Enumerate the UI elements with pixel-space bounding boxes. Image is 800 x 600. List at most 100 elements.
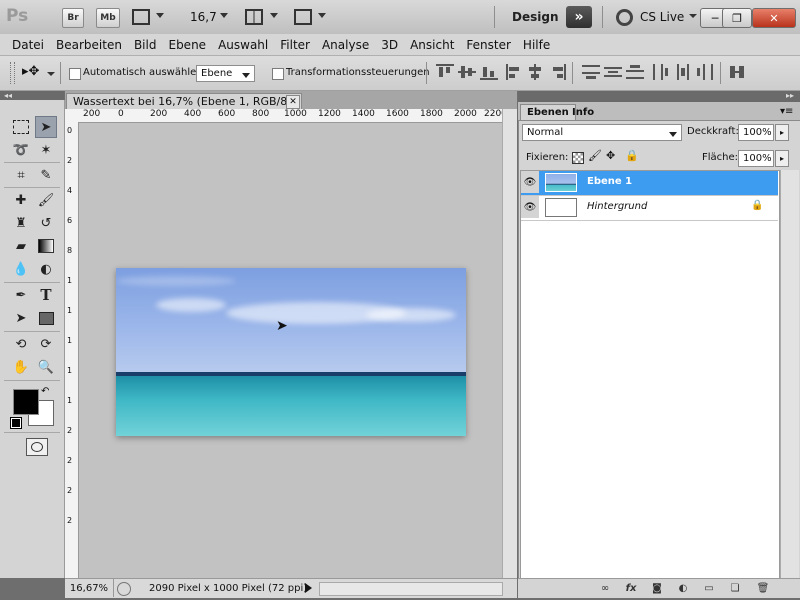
move-tool-icon[interactable]: ➤ bbox=[35, 116, 57, 138]
align-left-icon[interactable] bbox=[506, 64, 524, 80]
opacity-input[interactable]: 100% bbox=[738, 124, 774, 141]
zoom-tool-icon[interactable]: 🔍 bbox=[35, 356, 57, 378]
magic-wand-icon[interactable]: ✶ bbox=[35, 139, 57, 161]
marquee-tool-icon[interactable] bbox=[10, 116, 32, 138]
distribute-vcenter-icon[interactable] bbox=[604, 64, 622, 80]
clone-stamp-icon[interactable]: ♜ bbox=[10, 212, 32, 234]
panel-scrollbar[interactable] bbox=[780, 170, 799, 578]
eye-icon[interactable]: 👁 bbox=[521, 196, 539, 218]
swap-colors-icon[interactable]: ↶ bbox=[41, 386, 49, 397]
menu-filter[interactable]: Filter bbox=[280, 38, 310, 52]
lasso-tool-icon[interactable]: ➰ bbox=[10, 139, 32, 161]
align-right-icon[interactable] bbox=[548, 64, 566, 80]
crop-tool-icon[interactable]: ⌗ bbox=[10, 164, 32, 186]
eye-icon[interactable]: 👁 bbox=[521, 171, 539, 193]
menu-ansicht[interactable]: Ansicht bbox=[410, 38, 454, 52]
hand-tool-icon[interactable]: ✋ bbox=[10, 356, 32, 378]
history-brush-icon[interactable]: ↺ bbox=[35, 212, 57, 234]
align-top-icon[interactable] bbox=[436, 64, 454, 80]
distribute-right-icon[interactable] bbox=[696, 64, 714, 80]
more-workspaces-button[interactable]: » bbox=[566, 6, 592, 28]
blend-mode-dropdown[interactable]: Normal bbox=[522, 124, 682, 141]
gradient-tool-icon[interactable] bbox=[35, 235, 57, 257]
brush-tool-icon[interactable]: 🖌 bbox=[35, 189, 57, 211]
align-vcenter-icon[interactable] bbox=[458, 64, 476, 80]
document-info-icon[interactable] bbox=[117, 582, 131, 596]
menu-hilfe[interactable]: Hilfe bbox=[523, 38, 550, 52]
view-extras-icon[interactable] bbox=[132, 9, 150, 25]
menu-datei[interactable]: Datei bbox=[12, 38, 44, 52]
bridge-button[interactable]: Br bbox=[62, 8, 84, 28]
quick-mask-icon[interactable] bbox=[26, 438, 48, 456]
add-mask-icon[interactable]: ◙ bbox=[650, 581, 664, 595]
lock-pixels-icon[interactable]: 🖌 bbox=[588, 149, 602, 162]
default-colors-icon[interactable] bbox=[10, 417, 22, 429]
distribute-left-icon[interactable] bbox=[652, 64, 670, 80]
chevron-down-icon[interactable] bbox=[689, 14, 697, 18]
chevron-down-icon[interactable] bbox=[220, 13, 228, 18]
healing-brush-icon[interactable]: ✚ bbox=[10, 189, 32, 211]
adjustment-layer-icon[interactable]: ◐ bbox=[676, 581, 690, 595]
lock-position-icon[interactable]: ✥ bbox=[606, 149, 615, 162]
document-tab[interactable]: Wassertext bei 16,7% (Ebene 1, RGB/8) * bbox=[66, 93, 302, 109]
align-hcenter-icon[interactable] bbox=[526, 64, 544, 80]
3d-orbit-icon[interactable]: ⟳ bbox=[35, 333, 57, 355]
auto-select-checkbox[interactable] bbox=[69, 68, 81, 80]
screen-mode-icon[interactable] bbox=[294, 9, 312, 25]
menu-fenster[interactable]: Fenster bbox=[466, 38, 511, 52]
lock-transparency-icon[interactable] bbox=[572, 152, 584, 164]
pen-tool-icon[interactable]: ✒ bbox=[10, 284, 32, 306]
chevron-down-icon[interactable] bbox=[318, 13, 326, 18]
link-layers-icon[interactable]: ∞ bbox=[598, 581, 612, 595]
path-selection-icon[interactable]: ➤ bbox=[10, 307, 32, 329]
horizontal-scrollbar[interactable] bbox=[319, 582, 503, 596]
restore-button[interactable]: ❐ bbox=[722, 8, 752, 28]
collapse-icon[interactable]: ◂◂ bbox=[4, 91, 12, 100]
close-button[interactable]: ✕ bbox=[752, 8, 796, 28]
zoom-status[interactable]: 16,67% bbox=[65, 579, 114, 597]
blur-tool-icon[interactable]: 💧 bbox=[10, 258, 32, 280]
chevron-down-icon[interactable] bbox=[47, 72, 55, 76]
auto-select-dropdown[interactable]: Ebene bbox=[196, 65, 255, 82]
panel-header[interactable] bbox=[518, 91, 800, 102]
layer-row-ebene-1[interactable]: 👁 Ebene 1 bbox=[521, 171, 778, 195]
document-image[interactable] bbox=[116, 268, 466, 436]
chevron-right-icon[interactable]: ▸ bbox=[775, 150, 789, 167]
fill-input[interactable]: 100% bbox=[738, 150, 774, 167]
chevron-down-icon[interactable] bbox=[270, 13, 278, 18]
chevron-right-icon[interactable]: ▸ bbox=[775, 124, 789, 141]
dodge-tool-icon[interactable]: ◐ bbox=[35, 258, 57, 280]
menu-auswahl[interactable]: Auswahl bbox=[218, 38, 268, 52]
distribute-top-icon[interactable] bbox=[582, 64, 600, 80]
eraser-tool-icon[interactable]: ▰ bbox=[10, 235, 32, 257]
menu-3d[interactable]: 3D bbox=[381, 38, 398, 52]
grip-icon[interactable] bbox=[10, 62, 15, 84]
trash-icon[interactable]: 🗑 bbox=[756, 581, 770, 595]
auto-align-layers-icon[interactable] bbox=[728, 64, 746, 80]
panel-menu-icon[interactable]: ▾≡ bbox=[780, 106, 793, 117]
tab-info[interactable]: Info bbox=[566, 104, 600, 120]
status-menu-arrow-icon[interactable] bbox=[305, 583, 312, 593]
cslive-button[interactable]: CS Live bbox=[640, 10, 684, 24]
zoom-level[interactable]: 16,7 bbox=[190, 10, 217, 24]
menu-bild[interactable]: Bild bbox=[134, 38, 157, 52]
shape-tool-icon[interactable] bbox=[35, 307, 57, 329]
lock-all-icon[interactable]: 🔒 bbox=[625, 149, 639, 162]
vertical-scrollbar[interactable] bbox=[502, 109, 517, 578]
move-tool-icon[interactable]: ▸✥ bbox=[22, 64, 39, 79]
menu-ebene[interactable]: Ebene bbox=[168, 38, 206, 52]
foreground-color-swatch[interactable] bbox=[13, 389, 39, 415]
new-group-icon[interactable]: ▭ bbox=[702, 581, 716, 595]
menu-analyse[interactable]: Analyse bbox=[322, 38, 369, 52]
distribute-bottom-icon[interactable] bbox=[626, 64, 644, 80]
close-icon[interactable]: ✕ bbox=[286, 95, 300, 109]
new-layer-icon[interactable]: ❏ bbox=[728, 581, 742, 595]
layer-style-icon[interactable]: fx bbox=[624, 581, 638, 595]
transform-controls-checkbox[interactable] bbox=[272, 68, 284, 80]
workspace-label[interactable]: Design bbox=[512, 10, 559, 24]
vertical-ruler[interactable]: 0 2 4 6 8 1 1 1 1 1 2 2 2 2 bbox=[65, 122, 79, 578]
horizontal-ruler[interactable]: 200 0 200 400 600 800 1000 1200 1400 160… bbox=[78, 109, 502, 123]
align-bottom-icon[interactable] bbox=[480, 64, 498, 80]
expand-icon[interactable]: ▸▸ bbox=[786, 91, 794, 100]
distribute-hcenter-icon[interactable] bbox=[674, 64, 692, 80]
